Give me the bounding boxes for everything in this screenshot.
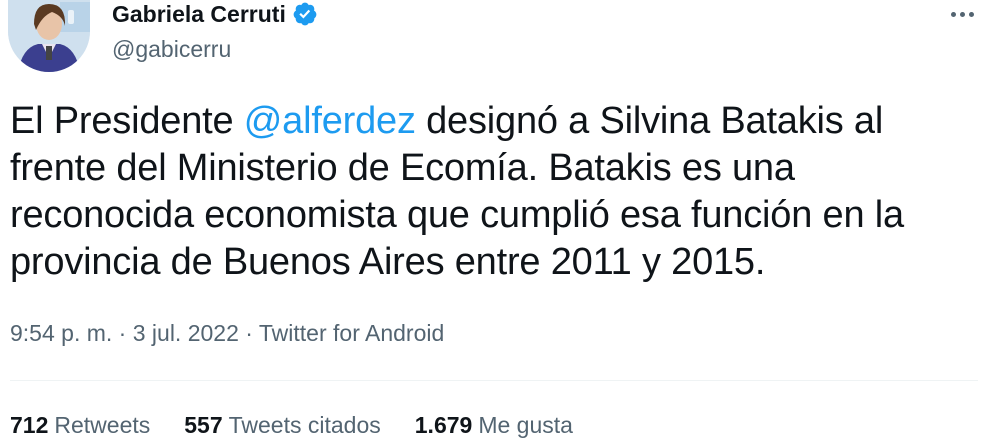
display-name[interactable]: Gabriela Cerruti (112, 0, 286, 28)
dot (959, 11, 965, 17)
likes-label: Me gusta (478, 412, 573, 438)
author-block: Gabriela Cerruti @gabicerru (112, 0, 318, 63)
name-row: Gabriela Cerruti (112, 0, 318, 28)
avatar-image (8, 0, 90, 72)
mention-link[interactable]: @alferdez (244, 100, 416, 142)
user-handle[interactable]: @gabicerru (112, 35, 318, 63)
tweet-time[interactable]: 9:54 p. m. (10, 320, 112, 346)
tweet-meta: 9:54 p. m. · 3 jul. 2022 · Twitter for A… (10, 318, 444, 348)
meta-separator: · (112, 320, 133, 346)
tweet-card: Gabriela Cerruti @gabicerru El President… (0, 0, 992, 441)
tweet-date[interactable]: 3 jul. 2022 (133, 320, 239, 346)
tweet-source[interactable]: Twitter for Android (259, 320, 444, 346)
likes-stat[interactable]: 1.679 Me gusta (415, 410, 573, 440)
dot (950, 11, 956, 17)
tweet-text: El Presidente @alferdez designó a Silvin… (10, 98, 985, 286)
meta-separator: · (238, 320, 259, 346)
tweet-stats: 712 Retweets 557 Tweets citados 1.679 Me gu… (10, 410, 607, 440)
more-options-icon[interactable] (944, 2, 980, 26)
quotes-count: 557 (184, 412, 223, 438)
likes-count: 1.679 (414, 412, 473, 438)
avatar[interactable] (8, 0, 90, 72)
dot (968, 11, 974, 17)
retweets-count: 712 (10, 412, 49, 438)
divider (10, 380, 978, 381)
retweets-stat[interactable]: 712 Retweets (10, 410, 150, 440)
retweets-label: Retweets (54, 412, 151, 438)
tweet-text-before: El Presidente (10, 100, 244, 142)
verified-badge-icon (292, 1, 318, 27)
quotes-label: Tweets citados (228, 412, 381, 438)
quotes-stat[interactable]: 557 Tweets citados (184, 410, 381, 440)
